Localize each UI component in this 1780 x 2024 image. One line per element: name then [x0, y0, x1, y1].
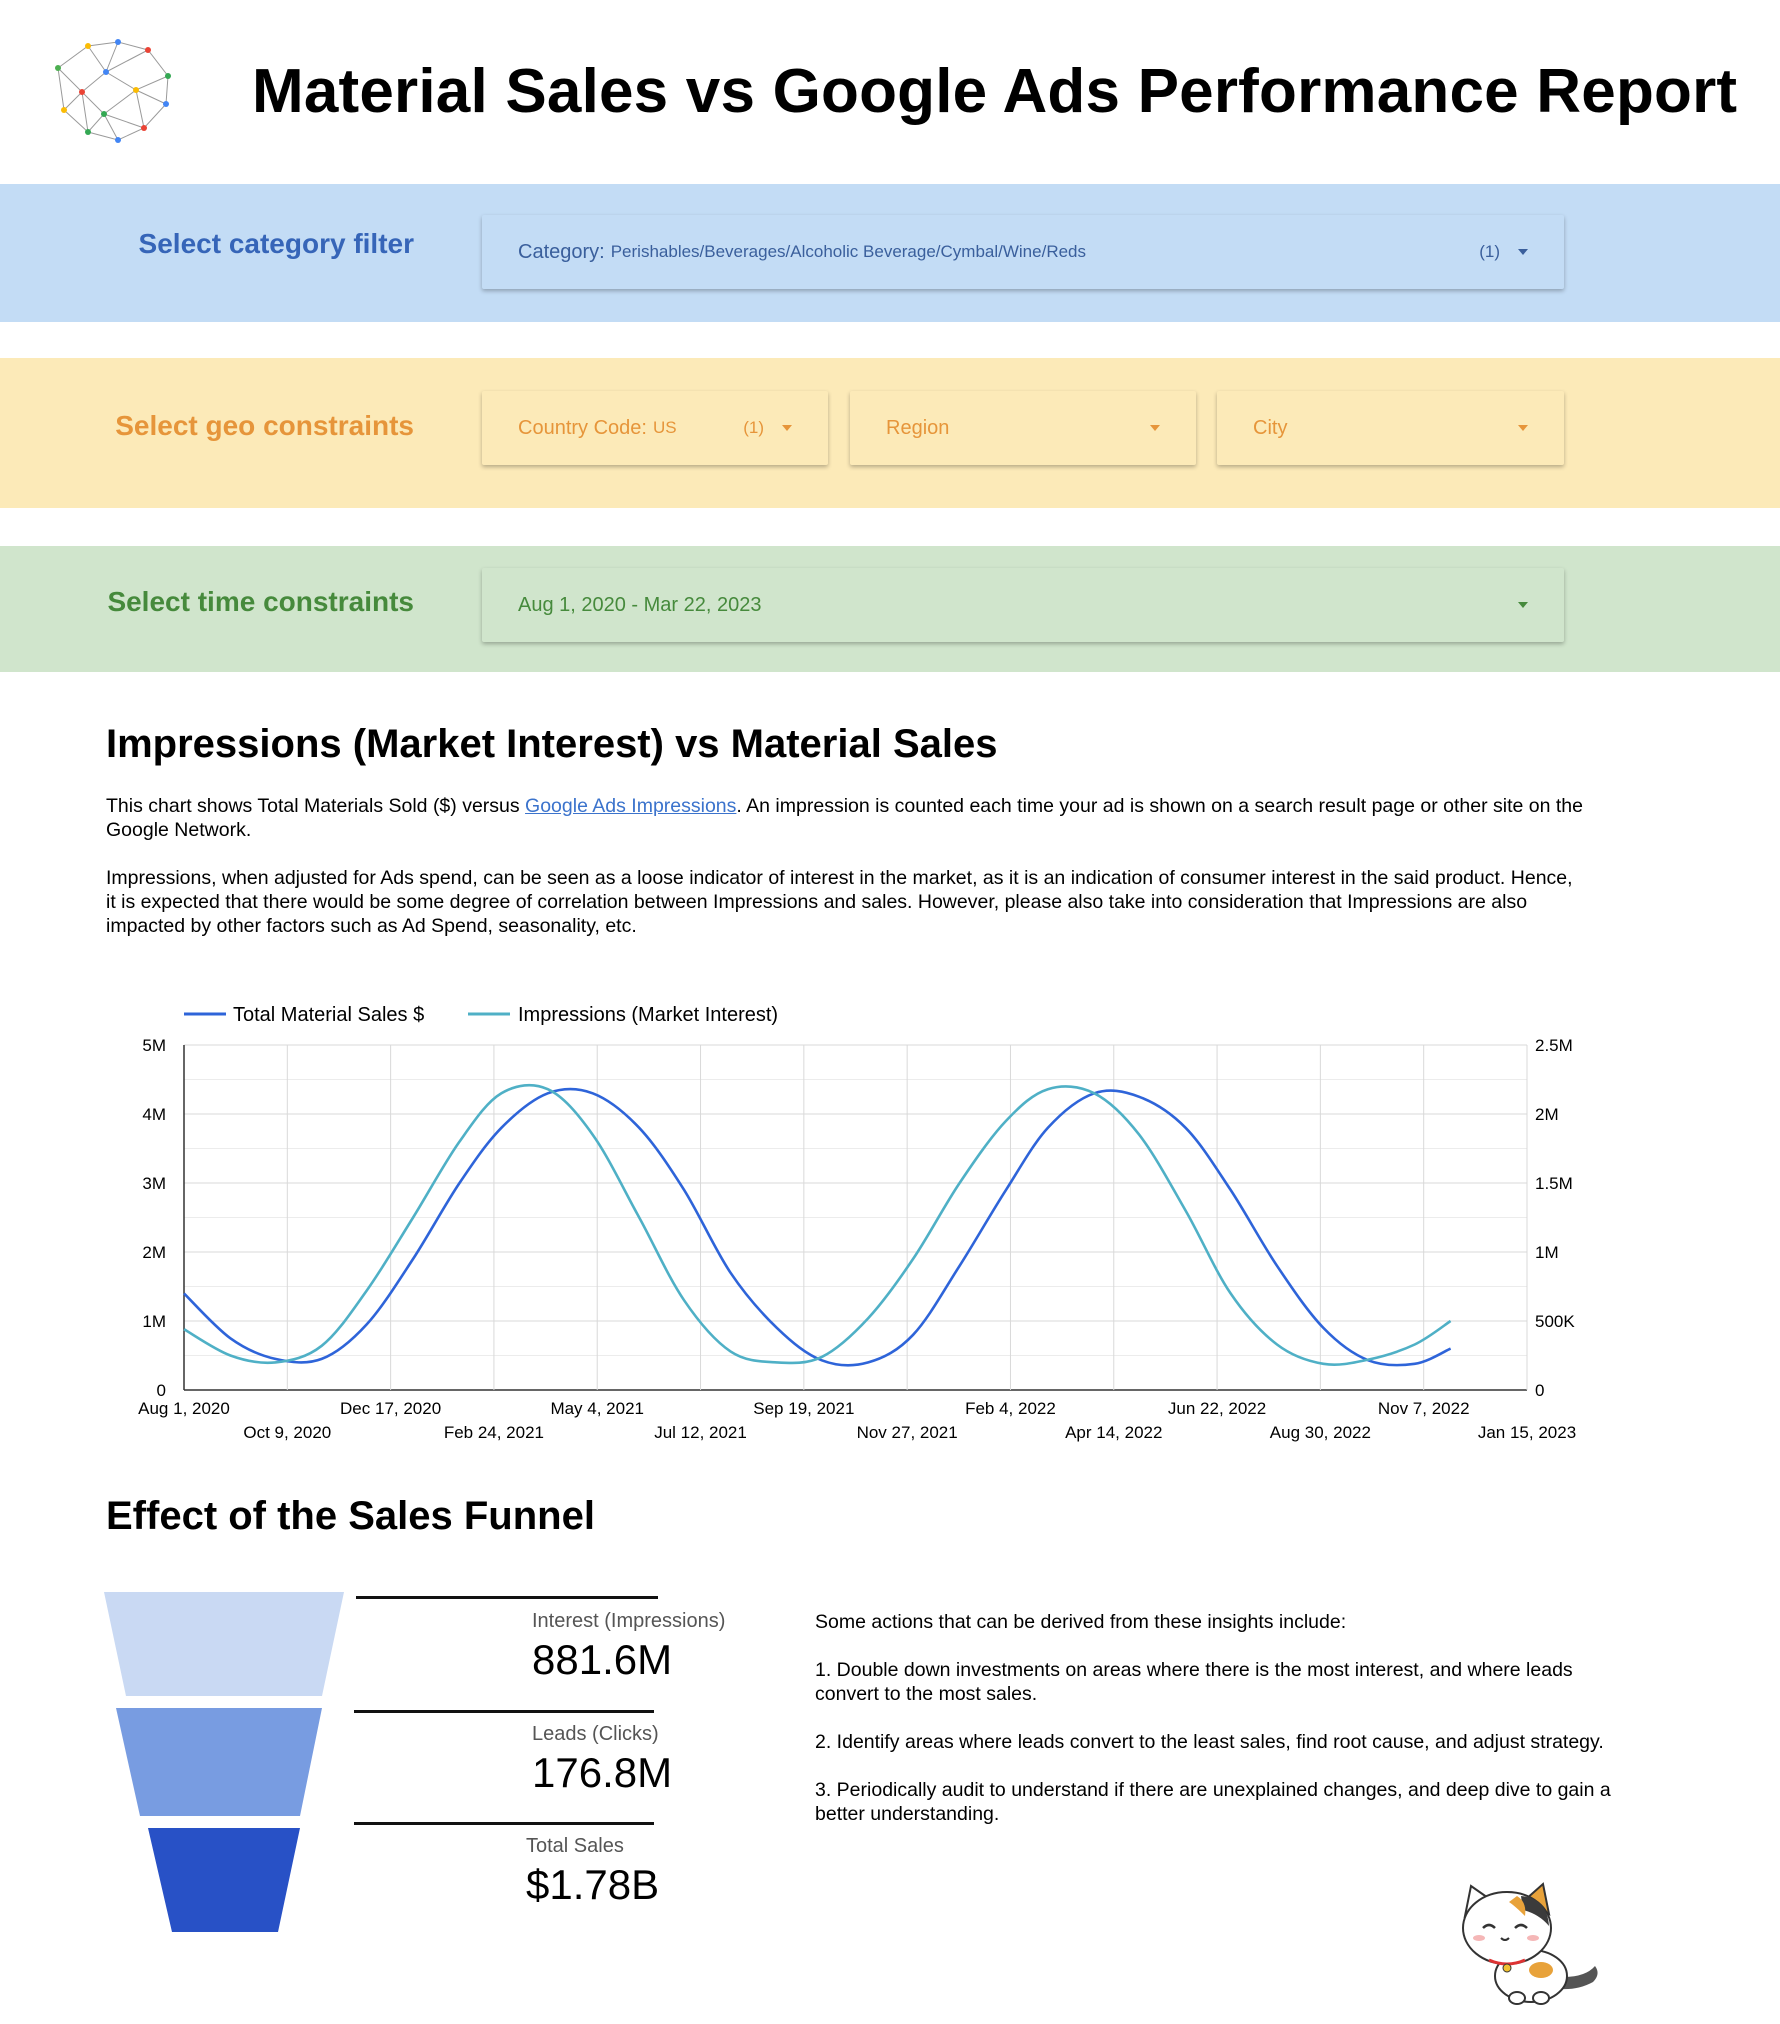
legend-label-impressions[interactable]: Impressions (Market Interest)	[518, 1004, 778, 1026]
category-filter-band: Select category filter Category: Perisha…	[0, 184, 1780, 322]
x-tick-label: Jan 15, 2023	[1478, 1423, 1576, 1442]
y-right-tick-label: 0	[1535, 1381, 1544, 1400]
time-filter-band: Select time constraints Aug 1, 2020 - Ma…	[0, 546, 1780, 672]
country-selection-count: (1)	[743, 418, 764, 437]
funnel-divider	[354, 1710, 654, 1713]
x-tick-label: Feb 4, 2022	[965, 1399, 1056, 1418]
chart-grid	[183, 1044, 1528, 1391]
time-filter-label: Select time constraints	[107, 586, 414, 617]
x-tick-label: Nov 7, 2022	[1378, 1399, 1470, 1418]
insights-intro: Some actions that can be derived from th…	[815, 1611, 1347, 1633]
funnel-value-sales: $1.78B	[526, 1861, 660, 1908]
chevron-down-icon	[1518, 425, 1528, 431]
funnel-label-leads: Leads (Clicks)	[532, 1723, 659, 1745]
insight-item: 1. Double down investments on areas wher…	[815, 1659, 1573, 1705]
date-range-value: Aug 1, 2020 - Mar 22, 2023	[518, 593, 762, 616]
x-tick-label: Jul 12, 2021	[654, 1423, 747, 1442]
description-text-prefix: This chart shows Total Materials Sold ($…	[106, 795, 526, 817]
y-left-tick-label: 5M	[142, 1036, 166, 1055]
funnel-stage-interest	[104, 1592, 344, 1696]
y-left-tick-label: 2M	[142, 1243, 166, 1262]
x-tick-label: Apr 14, 2022	[1065, 1423, 1162, 1442]
funnel-value-interest: 881.6M	[532, 1636, 673, 1683]
funnel-stage-sales	[148, 1828, 300, 1932]
chevron-down-icon	[1150, 425, 1160, 431]
category-filter-label: Select category filter	[138, 228, 414, 259]
legend-label-sales[interactable]: Total Material Sales $	[233, 1004, 424, 1026]
region-dropdown-name: Region	[886, 416, 950, 439]
y-right-tick-label: 1M	[1535, 1243, 1559, 1262]
y-right-tick-label: 2.5M	[1535, 1036, 1573, 1055]
impressions-vs-sales-chart: Total Material Sales $ Impressions (Mark…	[138, 1004, 1576, 1442]
funnel-section-title: Effect of the Sales Funnel	[106, 1494, 595, 1538]
country-code-dropdown[interactable]: Country Code: US (1)	[482, 391, 828, 465]
region-dropdown[interactable]: Region	[850, 391, 1196, 465]
y-right-tick-label: 500K	[1535, 1312, 1575, 1331]
category-dropdown-name: Category	[518, 240, 600, 263]
funnel-label-sales: Total Sales	[526, 1835, 624, 1857]
chart-legend: Total Material Sales $ Impressions (Mark…	[184, 1004, 778, 1026]
impressions-explanation: Impressions, when adjusted for Ads spend…	[106, 867, 1573, 937]
city-dropdown-name: City	[1253, 416, 1288, 439]
left-y-axis: 0 1M 2M 3M 4M 5M	[142, 1036, 166, 1400]
insights-text: Some actions that can be derived from th…	[815, 1610, 1635, 1850]
chevron-down-icon	[1518, 602, 1528, 608]
sales-funnel-graphic	[104, 1592, 344, 1932]
funnel-label-interest: Interest (Impressions)	[532, 1610, 726, 1632]
chart-lines	[183, 1083, 1452, 1367]
y-left-tick-label: 4M	[142, 1105, 166, 1124]
x-tick-label: Feb 24, 2021	[444, 1423, 544, 1442]
geo-filter-band: Select geo constraints Country Code: US …	[0, 358, 1780, 508]
report-title: Material Sales vs Google Ads Performance…	[252, 57, 1738, 126]
network-brain-icon	[55, 39, 171, 143]
city-dropdown[interactable]: City	[1217, 391, 1564, 465]
x-tick-label: Aug 1, 2020	[138, 1399, 230, 1418]
cat-mascot-icon	[1462, 1882, 1598, 2005]
country-dropdown-name: Country Code	[518, 416, 642, 439]
chevron-down-icon	[782, 425, 792, 431]
x-tick-label: Aug 30, 2022	[1270, 1423, 1371, 1442]
impressions-description: This chart shows Total Materials Sold ($…	[106, 794, 1586, 842]
impressions-section-title: Impressions (Market Interest) vs Materia…	[106, 722, 998, 766]
google-ads-impressions-link[interactable]: Google Ads Impressions	[525, 795, 736, 817]
series-line-sales[interactable]	[183, 1087, 1452, 1367]
y-left-tick-label: 3M	[142, 1174, 166, 1193]
x-tick-label: May 4, 2021	[550, 1399, 644, 1418]
x-tick-label: Nov 27, 2021	[857, 1423, 958, 1442]
funnel-stage-leads	[116, 1708, 322, 1816]
funnel-divider	[354, 1822, 654, 1825]
y-right-tick-label: 1.5M	[1535, 1174, 1573, 1193]
chevron-down-icon	[1518, 249, 1528, 255]
funnel-value-leads: 176.8M	[532, 1749, 673, 1796]
x-tick-label: Oct 9, 2020	[243, 1423, 331, 1442]
series-line-impressions[interactable]	[183, 1083, 1452, 1366]
insight-item: 3. Periodically audit to understand if t…	[815, 1779, 1611, 1825]
right-y-axis: 0 500K 1M 1.5M 2M 2.5M	[1535, 1036, 1575, 1400]
insight-item: 2. Identify areas where leads convert to…	[815, 1731, 1604, 1753]
geo-filter-label: Select geo constraints	[115, 410, 414, 441]
x-tick-label: Sep 19, 2021	[753, 1399, 854, 1418]
category-selection-count: (1)	[1479, 242, 1500, 261]
x-tick-label: Dec 17, 2020	[340, 1399, 441, 1418]
y-right-tick-label: 2M	[1535, 1105, 1559, 1124]
category-dropdown[interactable]: Category: Perishables/Beverages/Alcoholi…	[482, 215, 1564, 289]
x-axis: Aug 1, 2020 Oct 9, 2020 Dec 17, 2020Feb 24…	[138, 1399, 1576, 1442]
y-left-tick-label: 1M	[142, 1312, 166, 1331]
country-dropdown-value: US	[652, 418, 677, 437]
y-left-tick-label: 0	[157, 1381, 166, 1400]
date-range-dropdown[interactable]: Aug 1, 2020 - Mar 22, 2023	[482, 568, 1564, 642]
funnel-divider	[356, 1596, 658, 1599]
category-dropdown-value: Perishables/Beverages/Alcoholic Beverage…	[610, 242, 1087, 261]
x-tick-label: Jun 22, 2022	[1168, 1399, 1266, 1418]
